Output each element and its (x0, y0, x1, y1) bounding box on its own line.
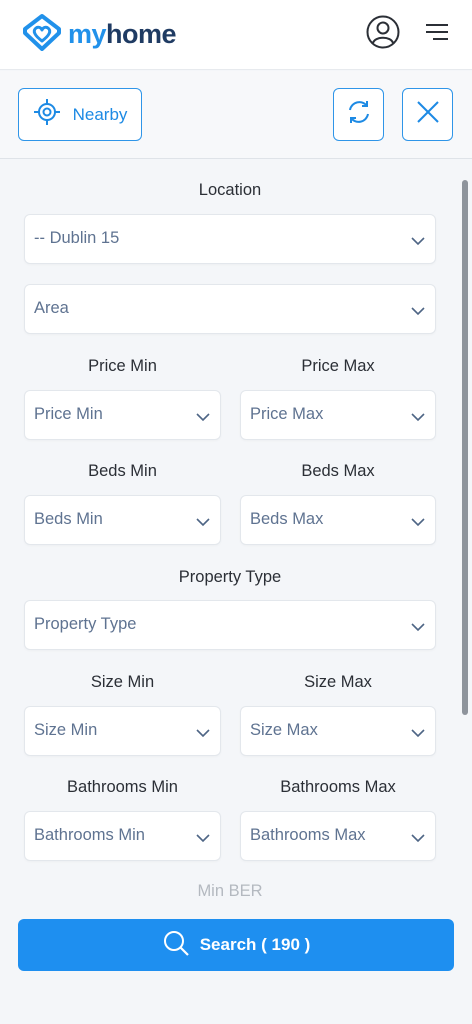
refresh-button[interactable] (333, 88, 384, 141)
size-min-value: Size Min (34, 721, 98, 739)
app-header: myhome (0, 0, 472, 70)
size-min-select[interactable]: Size Min (24, 706, 221, 756)
chevron-down-icon (196, 413, 210, 422)
close-button[interactable] (402, 88, 453, 141)
chevron-down-icon (411, 623, 425, 632)
bathrooms-min-label: Bathrooms Min (67, 778, 178, 796)
scrollbar[interactable] (462, 180, 468, 715)
chevron-down-icon (411, 518, 425, 527)
size-max-label: Size Max (304, 673, 372, 691)
nearby-label: Nearby (72, 104, 128, 124)
chevron-down-icon (411, 729, 425, 738)
search-icon (162, 929, 190, 962)
logo-my: my (68, 19, 107, 49)
beds-min-label: Beds Min (88, 462, 157, 480)
user-account-button[interactable] (366, 15, 400, 54)
chevron-down-icon (196, 834, 210, 843)
chevron-down-icon (411, 237, 425, 246)
beds-min-select[interactable]: Beds Min (24, 495, 221, 545)
property-type-select[interactable]: Property Type (24, 600, 436, 650)
menu-button[interactable] (424, 22, 450, 47)
logo-home: home (106, 19, 177, 49)
price-max-value: Price Max (250, 405, 324, 423)
nearby-button[interactable]: Nearby (18, 88, 142, 141)
beds-max-label: Beds Max (301, 462, 375, 480)
user-icon (366, 15, 400, 54)
price-min-value: Price Min (34, 405, 103, 423)
size-max-select[interactable]: Size Max (240, 706, 436, 756)
bathrooms-max-label: Bathrooms Max (280, 778, 396, 796)
chevron-down-icon (411, 307, 425, 316)
search-label: Search ( 190 ) (199, 935, 311, 954)
beds-min-value: Beds Min (34, 510, 103, 528)
chevron-down-icon (411, 413, 425, 422)
size-max-value: Size Max (250, 721, 318, 739)
search-button[interactable]: Search ( 190 ) (18, 919, 454, 971)
logo-text: myhome (68, 19, 177, 50)
search-toolbar: Nearby (0, 71, 472, 159)
target-icon (33, 98, 61, 131)
logo[interactable]: myhome (22, 13, 177, 56)
price-min-select[interactable]: Price Min (24, 390, 221, 440)
home-heart-logo-icon (22, 13, 62, 56)
beds-max-select[interactable]: Beds Max (240, 495, 436, 545)
location-label: Location (198, 181, 262, 199)
bathrooms-min-select[interactable]: Bathrooms Min (24, 811, 221, 861)
menu-icon (424, 22, 450, 47)
chevron-down-icon (196, 729, 210, 738)
location-select[interactable]: -- Dublin 15 (24, 214, 436, 264)
area-value: Area (34, 299, 69, 317)
price-max-label: Price Max (301, 357, 375, 375)
beds-max-value: Beds Max (250, 510, 324, 528)
bathrooms-max-value: Bathrooms Max (250, 826, 366, 844)
chevron-down-icon (411, 834, 425, 843)
property-type-value: Property Type (34, 615, 137, 633)
price-min-label: Price Min (88, 357, 157, 375)
close-icon (415, 99, 441, 130)
size-min-label: Size Min (90, 673, 155, 691)
bathrooms-min-value: Bathrooms Min (34, 826, 145, 844)
bathrooms-max-select[interactable]: Bathrooms Max (240, 811, 436, 861)
chevron-down-icon (196, 518, 210, 527)
refresh-icon (345, 98, 373, 131)
property-type-label: Property Type (178, 568, 282, 586)
area-select[interactable]: Area (24, 284, 436, 334)
price-max-select[interactable]: Price Max (240, 390, 436, 440)
location-value: -- Dublin 15 (34, 229, 120, 247)
min-ber-label: Min BER (197, 882, 263, 900)
